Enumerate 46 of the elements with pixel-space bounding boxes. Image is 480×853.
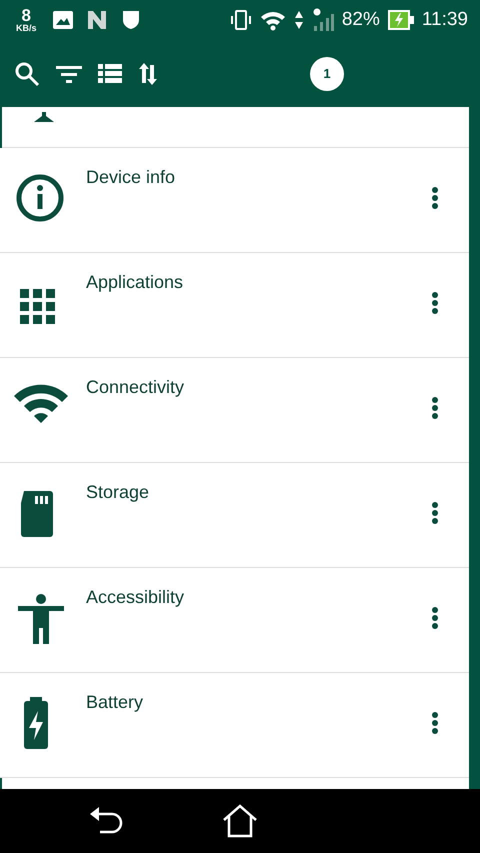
item-title: Battery <box>86 691 144 714</box>
home-icon[interactable] <box>222 804 258 838</box>
battery-charging-icon <box>388 10 414 30</box>
more-icon <box>431 396 439 420</box>
battery-percent: 82% <box>342 8 380 32</box>
more-icon <box>431 606 439 630</box>
n-logo-icon <box>86 11 107 29</box>
list-view-icon[interactable] <box>98 64 122 84</box>
wifi-icon <box>14 384 68 424</box>
filter-icon[interactable] <box>56 64 82 84</box>
count-badge[interactable]: 1 <box>310 56 344 90</box>
more-icon <box>431 501 439 525</box>
more-button[interactable] <box>431 396 439 420</box>
list-card[interactable]: Device info <box>0 148 469 253</box>
data-arrows-icon <box>294 9 304 31</box>
sort-icon[interactable] <box>138 60 158 86</box>
item-title: Accessibility <box>86 586 184 609</box>
list-card[interactable]: Storage <box>0 463 469 568</box>
signal-icon <box>312 8 334 32</box>
vibrate-icon <box>230 9 252 31</box>
back-icon[interactable] <box>90 806 124 836</box>
list-card[interactable]: Accessibility <box>0 568 469 673</box>
network-speed: 8 <box>22 7 31 24</box>
more-button[interactable] <box>431 186 439 210</box>
list-card[interactable]: Applications <box>0 253 469 358</box>
more-button[interactable] <box>431 606 439 630</box>
shield-icon <box>122 11 139 29</box>
person-icon <box>16 594 66 644</box>
more-button[interactable] <box>431 501 439 526</box>
speed-unit: KB/s <box>16 24 37 33</box>
list-card[interactable]: Connectivity <box>0 358 469 463</box>
info-icon <box>16 174 64 222</box>
more-button[interactable] <box>431 711 439 736</box>
more-icon <box>431 711 439 735</box>
item-title: Storage <box>86 481 150 504</box>
search-icon[interactable] <box>14 60 40 86</box>
image-icon <box>52 11 73 29</box>
more-icon <box>431 186 439 210</box>
more-button[interactable] <box>431 291 439 316</box>
wifi-icon <box>260 9 286 31</box>
clock: 11:39 <box>422 8 468 32</box>
item-title: Connectivity <box>86 376 184 399</box>
list-card[interactable]: Battery <box>0 673 469 778</box>
more-icon <box>431 291 439 315</box>
item-title: Applications <box>86 271 184 294</box>
item-title: Device info <box>86 166 176 189</box>
